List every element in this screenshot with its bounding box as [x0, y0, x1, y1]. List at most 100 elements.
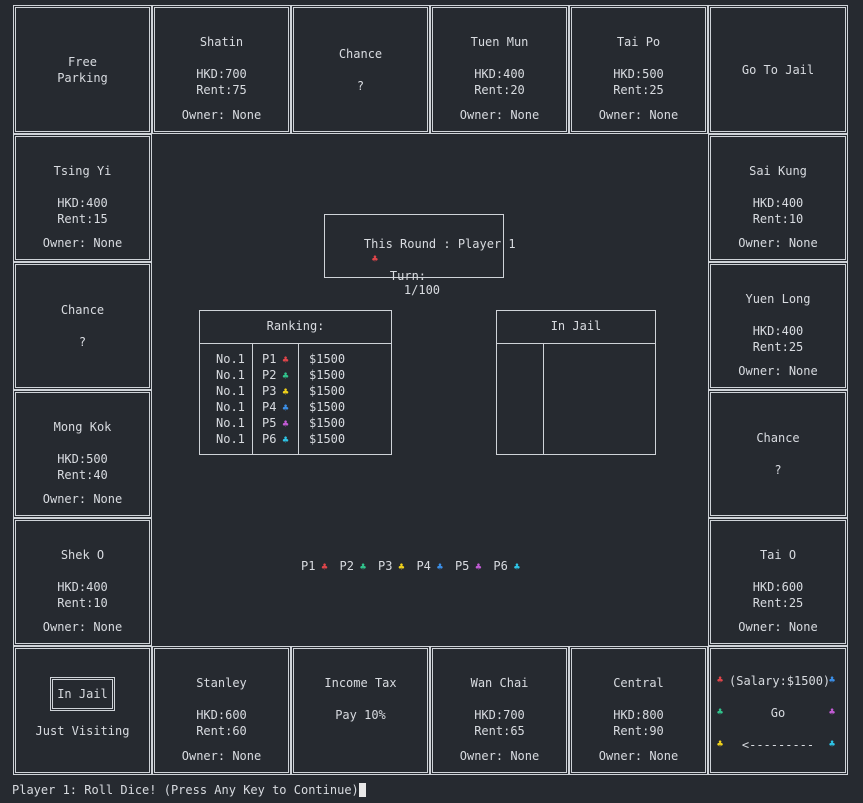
property-name: Shatin	[199, 35, 244, 49]
chance-cell: Chance?	[13, 262, 152, 390]
property-rent: Rent:25	[752, 596, 804, 610]
property-name: Tsing Yi	[53, 164, 112, 178]
property-tuen-mun: Tuen Mun HKD:400 Rent:20 Owner: None	[430, 5, 569, 134]
legend-item: P3 ♣	[378, 559, 404, 573]
legend-item: P6 ♣	[493, 559, 519, 573]
corner-line2: Parking	[57, 70, 108, 85]
property-name: Tai Po	[616, 35, 661, 49]
legend-item: P5 ♣	[455, 559, 481, 573]
legend-item: P1 ♣	[301, 559, 327, 573]
property-price: HKD:800	[613, 708, 664, 722]
player-token-icon: ♣	[321, 562, 328, 573]
go-label: Go	[770, 706, 786, 720]
property-owner: Owner: None	[181, 108, 262, 122]
rank-money: $1500	[309, 352, 346, 366]
chance-cell: Chance?	[708, 390, 848, 518]
property-wan-chai: Wan Chai HKD:700 Rent:65 Owner: None	[430, 646, 569, 775]
property-price: HKD:600	[196, 708, 247, 722]
property-owner: Owner: None	[459, 108, 540, 122]
property-price: HKD:400	[57, 580, 108, 594]
rank-money: $1500	[309, 368, 346, 382]
go-to-jail-cell: Go To Jail	[708, 5, 848, 134]
property-rent: Rent:40	[57, 468, 108, 482]
round-box: This Round : Player 1 ♣ Turn: 1/100	[324, 214, 516, 297]
rank-player-label: P2	[262, 368, 277, 382]
property-rent: Rent:60	[196, 724, 247, 738]
property-owner: Owner: None	[42, 492, 123, 506]
player-token-icon: ♣	[282, 419, 289, 430]
legend-player-label: P3	[377, 559, 393, 573]
corner-line1: Go To Jail	[741, 62, 815, 77]
property-rent: Rent:75	[196, 83, 247, 97]
property-mong-kok: Mong Kok HKD:500 Rent:40 Owner: None	[13, 390, 152, 518]
property-stanley: Stanley HKD:600 Rent:60 Owner: None	[152, 646, 291, 775]
property-owner: Owner: None	[738, 620, 818, 634]
legend-player-label: P6	[493, 559, 508, 573]
property-owner: Owner: None	[738, 364, 818, 378]
player-token-icon: ♣	[513, 562, 520, 573]
jail-box-label: In Jail	[50, 676, 115, 711]
property-name: Shek O	[60, 548, 105, 562]
rank-player-label: P1	[262, 352, 277, 366]
property-rent: Rent:25	[613, 83, 664, 97]
jail-cell: In Jail Just Visiting	[13, 646, 152, 775]
ranking-row: No.1 P5 ♣ $1500	[200, 415, 391, 431]
salary-label: (Salary:$1500)	[729, 674, 831, 688]
ranking-row: No.1 P3 ♣ $1500	[200, 383, 391, 399]
property-rent: Rent:10	[752, 212, 804, 226]
ranking-row: No.1 P1 ♣ $1500	[200, 351, 391, 367]
property-central: Central HKD:800 Rent:90 Owner: None	[569, 646, 708, 775]
player-token-icon: ♣	[282, 403, 289, 414]
legend-item: P4 ♣	[416, 559, 442, 573]
rank-money: $1500	[309, 384, 346, 398]
rank-player-label: P3	[262, 384, 277, 398]
tax-title: Income Tax	[324, 676, 397, 690]
status-line: Player 1: Roll Dice! (Press Any Key to C…	[12, 783, 366, 797]
rank-number: No.1	[216, 432, 245, 446]
player-token-icon: ♣	[282, 387, 289, 398]
rank-money: $1500	[309, 416, 346, 430]
property-rent: Rent:90	[613, 724, 664, 738]
chance-mark: ?	[774, 463, 782, 477]
income-tax-cell: Income Tax Pay 10%	[291, 646, 430, 775]
rank-number: No.1	[216, 384, 245, 398]
jail-panel: In Jail	[496, 310, 656, 455]
property-sai-kung: Sai Kung HKD:400 Rent:10 Owner: None	[708, 134, 848, 262]
rank-money: $1500	[309, 432, 346, 446]
property-tai-po: Tai Po HKD:500 Rent:25 Owner: None	[569, 5, 708, 134]
legend-player-label: P1	[301, 559, 316, 573]
property-rent: Rent:15	[57, 212, 108, 226]
player-token-icon: ♣	[282, 435, 289, 446]
rank-player-label: P6	[262, 432, 277, 446]
player-token-icon: ♣	[436, 562, 443, 573]
property-owner: Owner: None	[738, 236, 818, 250]
property-owner: Owner: None	[42, 620, 123, 634]
corner-line1: Free	[68, 54, 97, 69]
player-token-icon: ♣	[475, 562, 482, 573]
legend-player-label: P2	[339, 559, 354, 573]
property-shek-o: Shek O HKD:400 Rent:10 Owner: None	[13, 518, 152, 646]
ranking-row: No.1 P2 ♣ $1500	[200, 367, 391, 383]
player-token-icon: ♣	[359, 562, 366, 573]
player-token-icon: ♣	[398, 562, 405, 573]
player-legend: P1 ♣ P2 ♣ P3 ♣ P4 ♣ P5 ♣ P6 ♣	[301, 559, 532, 573]
property-owner: Owner: None	[181, 749, 262, 763]
legend-player-label: P4	[416, 559, 431, 573]
property-name: Tai O	[759, 548, 797, 562]
status-text: Player 1: Roll Dice! (Press Any Key to C…	[12, 783, 359, 797]
jail-panel-title: In Jail	[550, 319, 602, 333]
ranking-title: Ranking:	[266, 319, 325, 333]
legend-item: P2 ♣	[339, 559, 365, 573]
free-parking-cell: Free Parking	[13, 5, 152, 134]
rank-player-label: P4	[262, 400, 277, 414]
chance-title: Chance	[60, 303, 105, 317]
rank-number: No.1	[216, 368, 245, 382]
property-tsing-yi: Tsing Yi HKD:400 Rent:15 Owner: None	[13, 134, 152, 262]
property-price: HKD:500	[613, 67, 664, 81]
rank-player-label: P5	[262, 416, 277, 430]
round-label: This Round : Player 1	[363, 237, 516, 251]
property-name: Stanley	[196, 676, 247, 690]
property-owner: Owner: None	[598, 108, 679, 122]
chance-mark: ?	[78, 335, 87, 349]
player-token-icon: ♣	[282, 355, 289, 366]
